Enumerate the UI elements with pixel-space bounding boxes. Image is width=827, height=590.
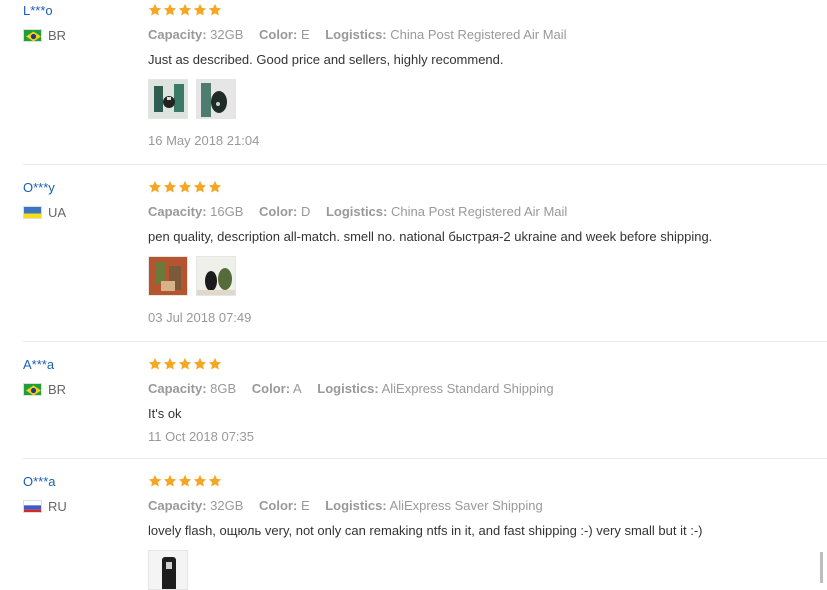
review-content: Capacity: 16GB Color: D Logistics: China… (148, 180, 827, 326)
star-icon (193, 180, 207, 194)
reviewer-info: L***o BR (23, 3, 66, 43)
logistics-label: Logistics: (325, 204, 388, 219)
brazil-flag-icon (23, 383, 42, 396)
color-label: Color: (259, 27, 298, 42)
brazil-flag-icon (23, 29, 42, 42)
star-rating (148, 474, 827, 490)
reviewer-country: RU (23, 499, 67, 514)
order-info: Capacity: 16GB Color: D Logistics: China… (148, 204, 827, 220)
reviewer-country: BR (23, 28, 66, 43)
review-photo-thumbnail[interactable] (196, 79, 236, 119)
star-icon (193, 474, 207, 488)
review-photo-thumbnail[interactable] (148, 79, 188, 119)
order-info: Capacity: 32GB Color: E Logistics: China… (148, 27, 827, 43)
star-icon (193, 357, 207, 371)
review-content: Capacity: 8GB Color: A Logistics: AliExp… (148, 357, 827, 445)
review-photos (148, 550, 827, 590)
star-icon (163, 180, 177, 194)
review-date: 03 Jul 2018 07:49 (148, 310, 252, 325)
review-content: Capacity: 32GB Color: E Logistics: AliEx… (148, 474, 827, 590)
reviewer-info: O***a RU (23, 474, 67, 514)
star-icon (178, 3, 192, 17)
star-icon (178, 474, 192, 488)
star-icon (208, 474, 222, 488)
reviewer-country: UA (23, 205, 66, 220)
star-icon (148, 474, 162, 488)
review-content: Capacity: 32GB Color: E Logistics: China… (148, 3, 827, 149)
color-label: Color: (251, 381, 291, 396)
star-icon (163, 357, 177, 371)
review-photo-thumbnail[interactable] (196, 256, 236, 296)
color-value: A (292, 381, 302, 396)
order-info: Capacity: 8GB Color: A Logistics: AliExp… (148, 381, 827, 397)
capacity-label: Capacity: (148, 27, 207, 42)
logistics-label: Logistics: (317, 381, 379, 396)
logistics-label: Logistics: (325, 27, 387, 42)
star-rating (148, 357, 827, 373)
review-photo-thumbnail[interactable] (148, 256, 188, 296)
country-code: BR (48, 28, 67, 43)
review-divider (23, 458, 827, 459)
review-text: It's ok (148, 406, 182, 421)
logistics-value: China Post Registered Air Mail (390, 204, 568, 219)
capacity-label: Capacity: (148, 498, 207, 513)
star-icon (148, 3, 162, 17)
review-divider (23, 341, 827, 342)
capacity-value: 32GB (210, 27, 244, 42)
star-rating (148, 3, 827, 19)
review-divider (23, 164, 827, 165)
color-label: Color: (259, 498, 298, 513)
star-icon (178, 357, 192, 371)
star-icon (148, 180, 162, 194)
star-icon (193, 3, 207, 17)
russia-flag-icon (23, 500, 42, 513)
star-icon (208, 180, 222, 194)
star-icon (148, 357, 162, 371)
capacity-value: 16GB (210, 204, 244, 219)
capacity-value: 32GB (210, 498, 244, 513)
logistics-value: AliExpress Standard Shipping (381, 381, 554, 396)
reviewer-name[interactable]: L***o (23, 3, 66, 19)
capacity-value: 8GB (210, 381, 237, 396)
country-code: UA (48, 205, 67, 220)
country-code: BR (48, 382, 67, 397)
capacity-label: Capacity: (148, 204, 207, 219)
star-icon (163, 474, 177, 488)
color-value: E (300, 27, 310, 42)
star-rating (148, 180, 827, 196)
reviewer-name[interactable]: A***a (23, 357, 66, 373)
review-photos (148, 79, 827, 119)
review-photo-thumbnail[interactable] (148, 550, 188, 590)
order-info: Capacity: 32GB Color: E Logistics: AliEx… (148, 498, 827, 514)
star-icon (163, 3, 177, 17)
color-value: D (300, 204, 311, 219)
logistics-value: China Post Registered Air Mail (390, 27, 567, 42)
reviewer-name[interactable]: O***y (23, 180, 66, 196)
star-icon (208, 357, 222, 371)
reviewer-info: A***a BR (23, 357, 66, 397)
star-icon (178, 180, 192, 194)
logistics-label: Logistics: (325, 498, 387, 513)
review-text: Just as described. Good price and seller… (148, 52, 504, 67)
scrollbar-thumb[interactable] (820, 552, 823, 583)
review-date: 11 Oct 2018 07:35 (148, 429, 255, 444)
reviewer-info: O***y UA (23, 180, 66, 220)
reviewer-country: BR (23, 382, 66, 397)
color-value: E (300, 498, 310, 513)
review-text: lovely flash, ощюль very, not only can r… (148, 523, 703, 538)
review-date: 16 May 2018 21:04 (148, 133, 260, 148)
capacity-label: Capacity: (148, 381, 207, 396)
logistics-value: AliExpress Saver Shipping (389, 498, 543, 513)
review-text: pen quality, description all-match. smel… (148, 229, 713, 244)
star-icon (208, 3, 222, 17)
ukraine-flag-icon (23, 206, 42, 219)
reviewer-name[interactable]: O***a (23, 474, 67, 490)
country-code: RU (48, 499, 67, 514)
color-label: Color: (259, 204, 298, 219)
review-photos (148, 256, 827, 296)
